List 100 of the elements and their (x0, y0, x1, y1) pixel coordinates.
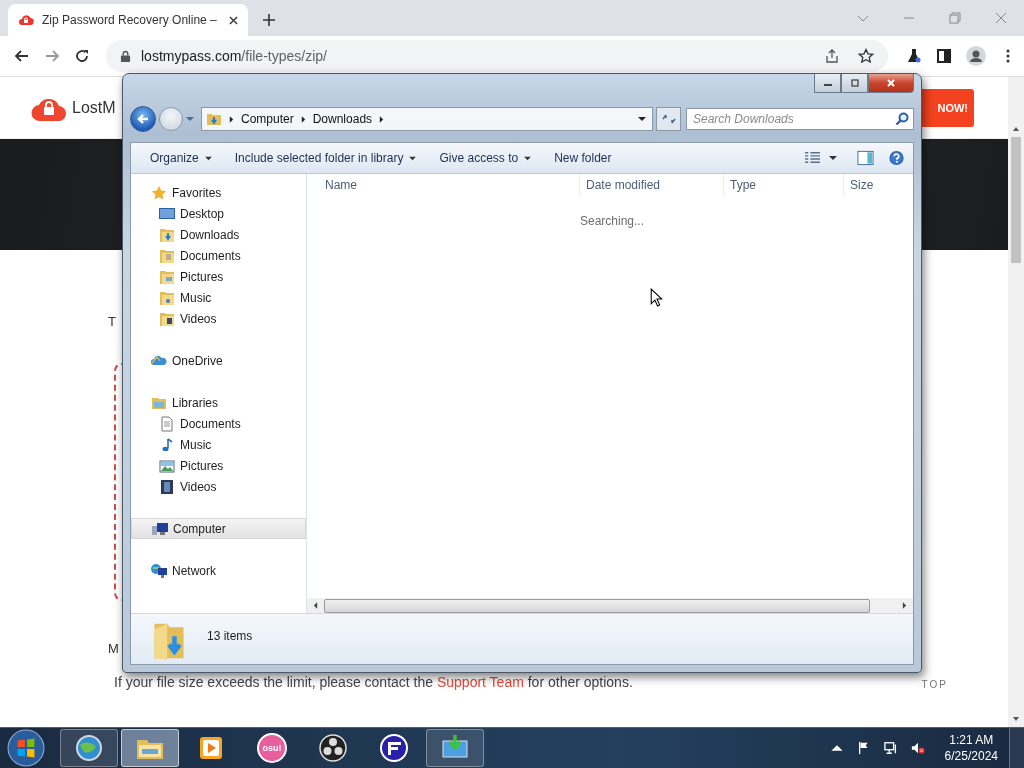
address-box[interactable]: Computer Downloads (201, 107, 653, 131)
aperture-icon (318, 733, 348, 763)
refresh-arrows-icon (660, 113, 677, 125)
scroll-thumb[interactable] (1011, 137, 1021, 263)
preview-pane-icon[interactable] (857, 150, 874, 166)
paragraph-text: M (108, 641, 119, 656)
column-header[interactable]: Type (724, 174, 844, 196)
star-icon (151, 184, 167, 201)
site-logo-text[interactable]: LostM (72, 98, 116, 117)
nav-item[interactable]: Music (131, 287, 306, 308)
clock[interactable]: 1:21 AM 6/25/2024 (944, 732, 998, 764)
picture-folder-icon (159, 268, 175, 285)
film-icon (159, 478, 175, 495)
cloud-lock-icon (18, 12, 34, 28)
start-button[interactable] (7, 729, 45, 767)
nav-item[interactable]: Desktop (131, 203, 306, 224)
refresh-button[interactable] (656, 107, 681, 131)
help-icon[interactable] (888, 150, 905, 166)
nav-item[interactable]: Pictures (131, 266, 306, 287)
toolbar-button[interactable]: Organize (141, 147, 221, 169)
nav-item[interactable]: Libraries (131, 392, 306, 413)
reload-icon[interactable] (74, 48, 90, 64)
heading-text: T (108, 314, 116, 329)
toolbar-button[interactable]: New folder (545, 147, 621, 169)
music-folder-icon (159, 289, 175, 306)
download-folder-icon (206, 111, 222, 127)
breadcrumb-item[interactable]: Downloads (312, 112, 373, 126)
close-button[interactable] (868, 74, 914, 93)
document-folder-icon (159, 247, 175, 264)
limit-notice: If your file size exceeds the limit, please contact the Support Team for other options. (114, 674, 633, 690)
nav-item[interactable]: Computer (131, 518, 306, 539)
search-field[interactable]: Search Downloads (686, 108, 914, 130)
nav-item[interactable]: Favorites (131, 182, 306, 203)
nav-item[interactable]: Network (131, 560, 306, 581)
document-icon (159, 415, 175, 432)
share-icon[interactable] (824, 48, 840, 64)
column-header[interactable]: Size (844, 174, 913, 196)
computer-icon (152, 520, 168, 537)
download-folder-icon (159, 226, 175, 243)
app-logo: osu! (257, 733, 287, 763)
profile-avatar-icon[interactable] (966, 46, 986, 66)
maximize-button[interactable] (841, 74, 868, 93)
nav-item[interactable]: OneDrive (131, 350, 306, 371)
view-list-icon[interactable] (804, 150, 821, 166)
flask-icon[interactable] (906, 48, 922, 64)
maximize-icon (848, 79, 861, 87)
nav-item[interactable]: Documents (131, 245, 306, 266)
new-tab-icon[interactable] (262, 13, 276, 27)
search-icon (895, 112, 909, 126)
scrollbar[interactable] (1008, 77, 1024, 727)
nav-item[interactable]: Videos (131, 308, 306, 329)
network-icon[interactable] (883, 741, 898, 755)
chevron-right-icon[interactable] (300, 115, 306, 123)
scroll-up-icon[interactable] (1012, 125, 1020, 133)
striped-circle-icon (379, 733, 409, 763)
clock-time: 1:21 AM (949, 732, 994, 748)
nav-item[interactable]: Music (131, 434, 306, 455)
dropdown-caret-icon[interactable] (638, 116, 646, 122)
breadcrumb-item[interactable]: Computer (241, 112, 294, 126)
horizontal-scrollbar[interactable] (307, 598, 913, 613)
url-text: lostmypass.com/file-types/zip/ (141, 48, 328, 64)
network-icon (151, 562, 167, 579)
taskbar-button[interactable] (60, 729, 118, 767)
tab-title: Zip Password Recovery Online – (42, 13, 218, 27)
back-button[interactable] (130, 106, 156, 132)
support-link[interactable]: Support Team (436, 674, 524, 690)
close-icon (885, 79, 897, 87)
toolbar-button[interactable]: Give access to (430, 147, 541, 169)
chevron-right-icon[interactable] (229, 115, 234, 123)
scroll-down-icon[interactable] (1012, 715, 1020, 723)
side-panel-icon[interactable] (936, 48, 952, 64)
minimize-button[interactable] (814, 74, 841, 93)
clock-date: 6/25/2024 (944, 748, 998, 764)
back-arrow-icon[interactable] (14, 48, 30, 64)
top-link[interactable]: TOP (921, 679, 948, 690)
column-header[interactable]: Date modified (580, 174, 724, 196)
star-icon[interactable] (858, 48, 874, 64)
scroll-left-icon[interactable] (313, 602, 318, 609)
forward-arrow-icon[interactable] (44, 48, 60, 64)
mouse-pointer-icon (650, 288, 663, 307)
column-header[interactable]: Name (307, 174, 580, 196)
muted-speaker-icon[interactable] (910, 741, 925, 755)
browser-tab[interactable]: Zip Password Recovery Online – (8, 4, 248, 36)
address-bar[interactable]: lostmypass.com/file-types/zip/ (106, 40, 888, 72)
chevron-right-icon[interactable] (379, 115, 385, 123)
nav-item[interactable]: Documents (131, 413, 306, 434)
dropdown-caret-icon[interactable] (829, 155, 837, 161)
lock-icon (120, 49, 131, 63)
nav-item[interactable]: Downloads (131, 224, 306, 245)
picture-icon (159, 457, 175, 474)
nav-item[interactable]: Pictures (131, 455, 306, 476)
scroll-right-icon[interactable] (902, 602, 907, 609)
item-count: 13 items (207, 629, 253, 643)
status-message: Searching... (580, 214, 645, 228)
desktop-icon (159, 205, 175, 222)
toolbar-button[interactable]: Include selected folder in library (225, 147, 426, 169)
nav-item[interactable]: Videos (131, 476, 306, 497)
globe-icon (74, 733, 104, 763)
video-folder-icon (159, 310, 175, 327)
close-icon[interactable] (229, 15, 238, 25)
